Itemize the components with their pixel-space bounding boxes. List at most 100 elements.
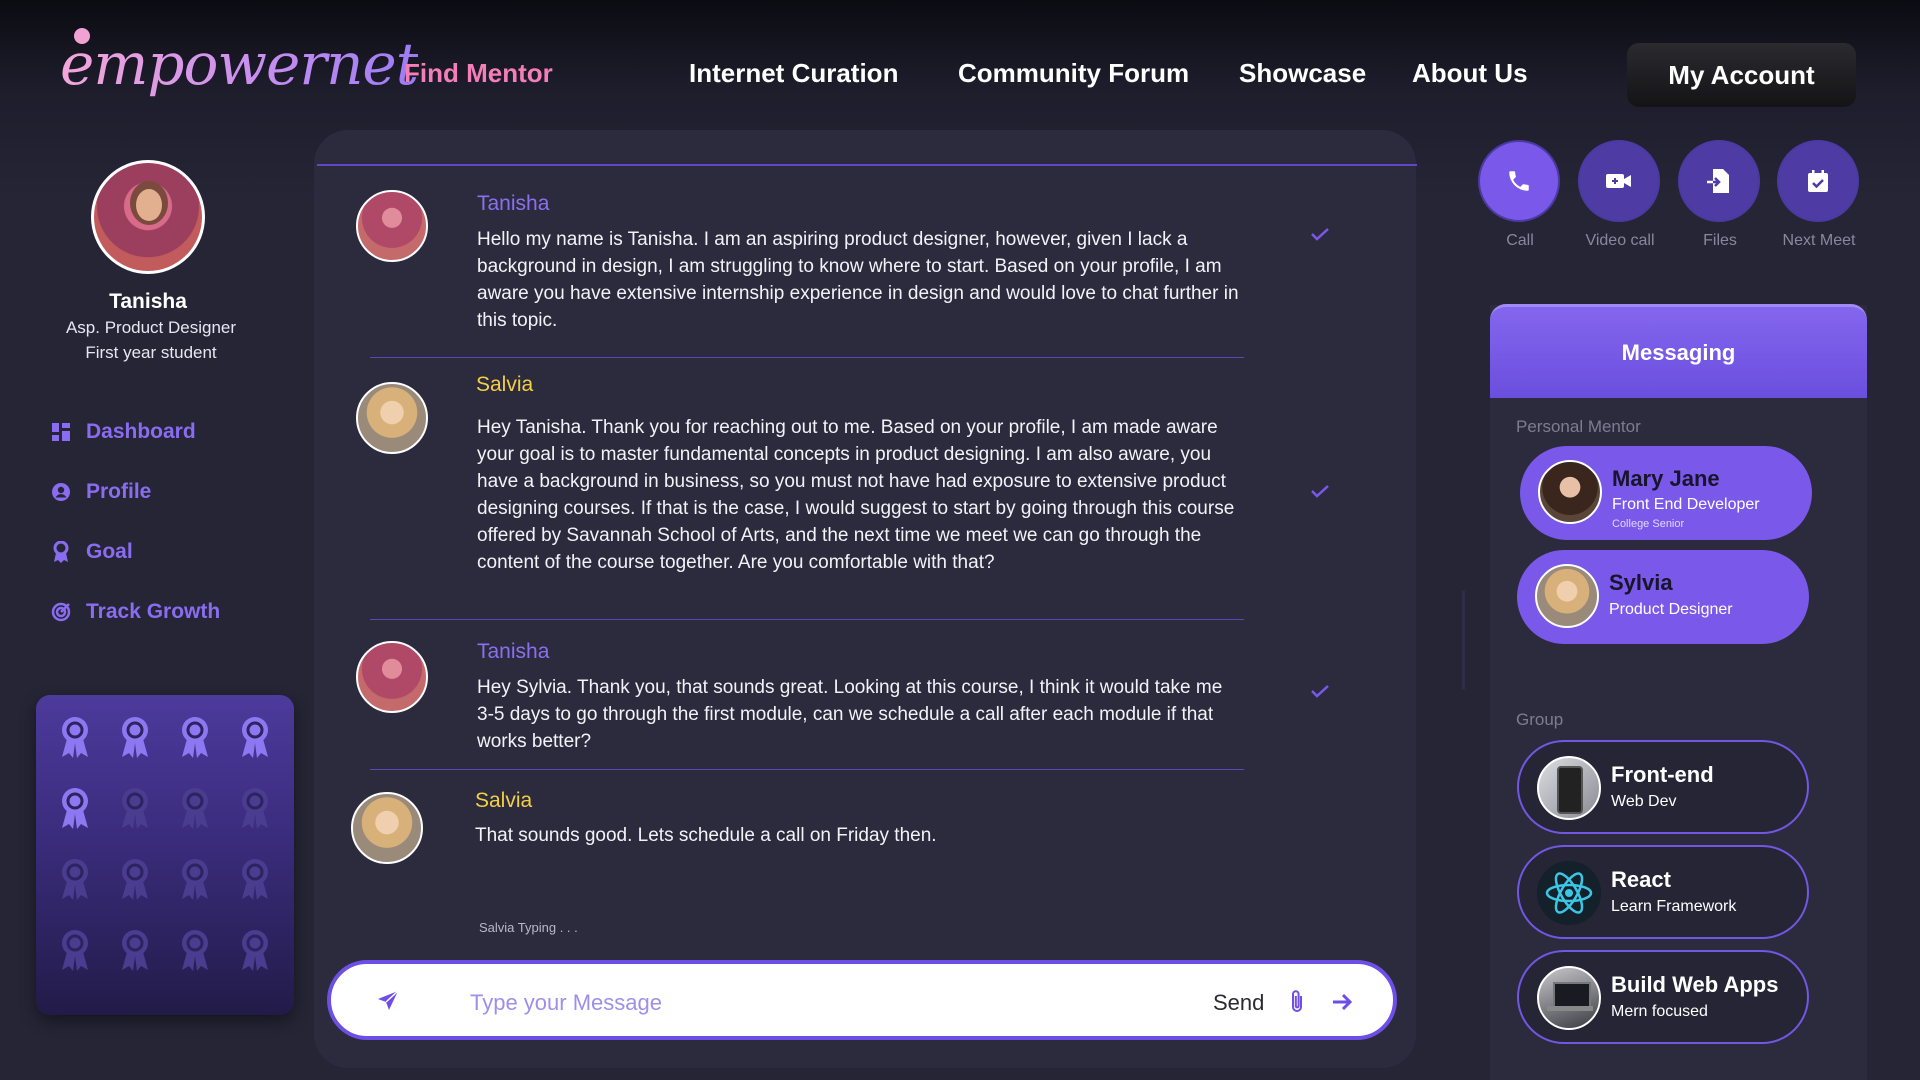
badge-locked-icon[interactable] (58, 928, 92, 972)
badge-locked-icon[interactable] (118, 786, 152, 830)
read-check-icon (1311, 485, 1329, 498)
achievement-badges-panel (36, 695, 294, 1015)
message-placeholder[interactable]: Type your Message (470, 990, 662, 1016)
files-button[interactable] (1678, 140, 1760, 222)
next-meet-button[interactable] (1777, 140, 1859, 222)
badge-locked-icon[interactable] (58, 857, 92, 901)
avatar (1538, 460, 1602, 524)
message-text: Hello my name is Tanisha. I am an aspiri… (477, 229, 1239, 331)
badge-locked-icon[interactable] (118, 857, 152, 901)
arrow-right-icon[interactable] (1330, 990, 1354, 1014)
personal-mentor-label: Personal Mentor (1516, 417, 1641, 436)
contact-detail: College Senior (1612, 518, 1685, 530)
nav-internet-curation[interactable]: Internet Curation (689, 58, 898, 89)
group-desc: Learn Framework (1611, 898, 1737, 915)
message-sender: Tanisha (477, 192, 550, 215)
send-plane-icon[interactable] (376, 989, 400, 1013)
badge-earned-icon[interactable] (58, 786, 92, 830)
group-build-web-apps[interactable]: Build Web Apps Mern focused (1517, 950, 1809, 1044)
message-text: Hey Sylvia. Thank you, that sounds great… (477, 677, 1223, 752)
message-divider (370, 357, 1244, 358)
sidebar-item-label: Profile (86, 480, 152, 503)
avatar-face (136, 189, 162, 221)
avatar-tanisha[interactable] (356, 641, 428, 713)
group-name: Build Web Apps (1611, 972, 1779, 997)
badge-earned-icon[interactable] (238, 715, 272, 759)
badge-locked-icon[interactable] (178, 857, 212, 901)
profile-role: Asp. Product Designer (65, 318, 237, 337)
badge-earned-icon[interactable] (118, 715, 152, 759)
files-action[interactable]: Files (1678, 140, 1762, 250)
avatar[interactable] (91, 160, 205, 274)
nav-find-mentor[interactable]: Find Mentor (404, 58, 553, 89)
group-label: Group (1516, 710, 1564, 729)
badge-earned-icon[interactable] (178, 715, 212, 759)
call-action[interactable]: Call (1478, 140, 1562, 250)
nav-community-forum[interactable]: Community Forum (958, 58, 1189, 89)
phone-icon (1509, 171, 1529, 191)
avatar (1535, 564, 1599, 628)
profile-name: Tanisha (109, 290, 187, 313)
contact-sylvia[interactable]: Sylvia Product Designer (1517, 550, 1809, 644)
calendar-icon (1808, 170, 1828, 192)
sidebar-item-profile[interactable]: Profile (50, 477, 151, 507)
message-text: Hey Tanisha. Thank you for reaching out … (477, 417, 1235, 573)
badge-locked-icon[interactable] (178, 786, 212, 830)
goal-icon (50, 541, 72, 563)
video-icon (1606, 174, 1631, 188)
sidebar-item-goal[interactable]: Goal (50, 537, 133, 567)
contact-mary-jane[interactable]: Mary Jane Front End Developer College Se… (1520, 446, 1812, 540)
video-call-action[interactable]: Video call (1578, 140, 1662, 250)
messaging-header[interactable]: Messaging (1490, 304, 1867, 398)
read-check-icon (1311, 228, 1329, 241)
my-account-button[interactable]: My Account (1627, 43, 1856, 107)
typing-indicator: Salvia Typing . . . (479, 920, 578, 935)
badge-locked-icon[interactable] (238, 857, 272, 901)
sidebar-item-track-growth[interactable]: Track Growth (50, 597, 220, 627)
badge-locked-icon[interactable] (238, 786, 272, 830)
group-name: React (1611, 867, 1671, 892)
contact-role: Front End Developer (1612, 496, 1760, 513)
avatar-tanisha[interactable] (356, 190, 428, 262)
next-meet-action[interactable]: Next Meet (1777, 140, 1861, 250)
brand-name: empowernet (60, 30, 419, 98)
call-button[interactable] (1478, 140, 1560, 222)
sidebar-item-label: Goal (86, 540, 133, 563)
profile-year: First year student (85, 343, 217, 362)
laptop-thumbnail-icon (1537, 966, 1601, 1030)
contact-role: Product Designer (1609, 601, 1733, 618)
badge-locked-icon[interactable] (118, 928, 152, 972)
contact-name: Mary Jane (1612, 466, 1720, 491)
message-sender: Salvia (476, 373, 534, 396)
send-button[interactable]: Send (1213, 990, 1264, 1016)
attachment-icon[interactable] (1288, 989, 1306, 1015)
group-desc: Mern focused (1611, 1003, 1708, 1020)
chat-divider (317, 164, 1417, 166)
message-sender: Tanisha (477, 640, 550, 663)
file-icon (1707, 169, 1729, 193)
react-icon (1537, 861, 1601, 925)
avatar-salvia[interactable] (351, 792, 423, 864)
nav-showcase[interactable]: Showcase (1239, 58, 1366, 89)
group-name: Front-end (1611, 762, 1714, 787)
video-call-button[interactable] (1578, 140, 1660, 222)
message-text: That sounds good. Lets schedule a call o… (475, 825, 937, 846)
message-sender: Salvia (475, 789, 533, 812)
group-react[interactable]: React Learn Framework (1517, 845, 1809, 939)
avatar-salvia[interactable] (356, 382, 428, 454)
message-divider (370, 769, 1244, 770)
group-front-end[interactable]: Front-end Web Dev (1517, 740, 1809, 834)
badge-locked-icon[interactable] (238, 928, 272, 972)
scrollbar[interactable] (1462, 590, 1465, 690)
sidebar-item-dashboard[interactable]: Dashboard (50, 417, 196, 447)
brand-logo[interactable]: empowernet (60, 22, 419, 112)
nav-about-us[interactable]: About Us (1412, 58, 1528, 89)
group-desc: Web Dev (1611, 793, 1677, 810)
message-divider (370, 619, 1244, 620)
badge-locked-icon[interactable] (178, 928, 212, 972)
action-label: Next Meet (1782, 232, 1856, 249)
profile-icon (50, 481, 72, 503)
badge-earned-icon[interactable] (58, 715, 92, 759)
phone-thumbnail-icon (1537, 756, 1601, 820)
sidebar-item-label: Dashboard (86, 420, 196, 443)
